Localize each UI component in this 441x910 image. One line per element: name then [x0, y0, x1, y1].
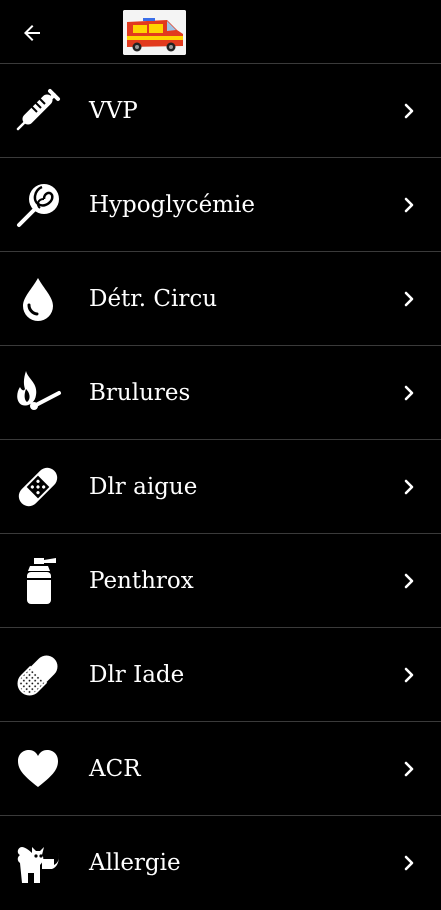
- pill-capsule-icon: [12, 651, 64, 699]
- back-button[interactable]: [12, 13, 52, 53]
- menu-item-allergie[interactable]: Allergie: [0, 816, 441, 910]
- menu-item-label: Allergie: [89, 850, 181, 876]
- bandage-icon: [12, 463, 64, 511]
- menu-item-label: Dlr aigue: [89, 474, 198, 500]
- menu-item-detr-circu[interactable]: Détr. Circu: [0, 252, 441, 346]
- menu-item-label: Dlr Iade: [89, 662, 185, 688]
- chevron-right-icon: [399, 101, 419, 121]
- arrow-left-icon: [24, 25, 40, 41]
- lollipop-icon: [12, 181, 64, 229]
- chevron-right-icon: [399, 665, 419, 685]
- cat-icon: [12, 839, 64, 887]
- chevron-right-icon: [399, 571, 419, 591]
- match-flame-icon: [12, 369, 64, 417]
- chevron-right-icon: [399, 853, 419, 873]
- ambulance-van-logo: [123, 10, 186, 55]
- syringe-icon: [12, 87, 64, 135]
- menu-item-label: Détr. Circu: [89, 286, 218, 312]
- chevron-right-icon: [399, 195, 419, 215]
- menu-item-label: ACR: [89, 756, 141, 782]
- menu-item-label: Hypoglycémie: [89, 192, 255, 218]
- menu-item-label: Brulures: [89, 380, 191, 406]
- chevron-right-icon: [399, 477, 419, 497]
- blood-drop-icon: [12, 275, 64, 323]
- menu-item-acr[interactable]: ACR: [0, 722, 441, 816]
- menu-item-dlr-iade[interactable]: Dlr Iade: [0, 628, 441, 722]
- menu-item-penthrox[interactable]: Penthrox: [0, 534, 441, 628]
- menu-item-dlr-aigue[interactable]: Dlr aigue: [0, 440, 441, 534]
- spray-can-icon: [12, 557, 64, 605]
- menu-item-brulures[interactable]: Brulures: [0, 346, 441, 440]
- menu-item-hypoglycemie[interactable]: Hypoglycémie: [0, 158, 441, 252]
- menu-list: VVP Hypoglycémie Détr. Circu Brulures Dl…: [0, 64, 441, 910]
- menu-item-vvp[interactable]: VVP: [0, 64, 441, 158]
- app-bar: [0, 0, 441, 64]
- chevron-right-icon: [399, 759, 419, 779]
- menu-item-label: VVP: [89, 98, 138, 124]
- chevron-right-icon: [399, 289, 419, 309]
- chevron-right-icon: [399, 383, 419, 403]
- menu-item-label: Penthrox: [89, 568, 194, 594]
- heart-icon: [12, 745, 64, 793]
